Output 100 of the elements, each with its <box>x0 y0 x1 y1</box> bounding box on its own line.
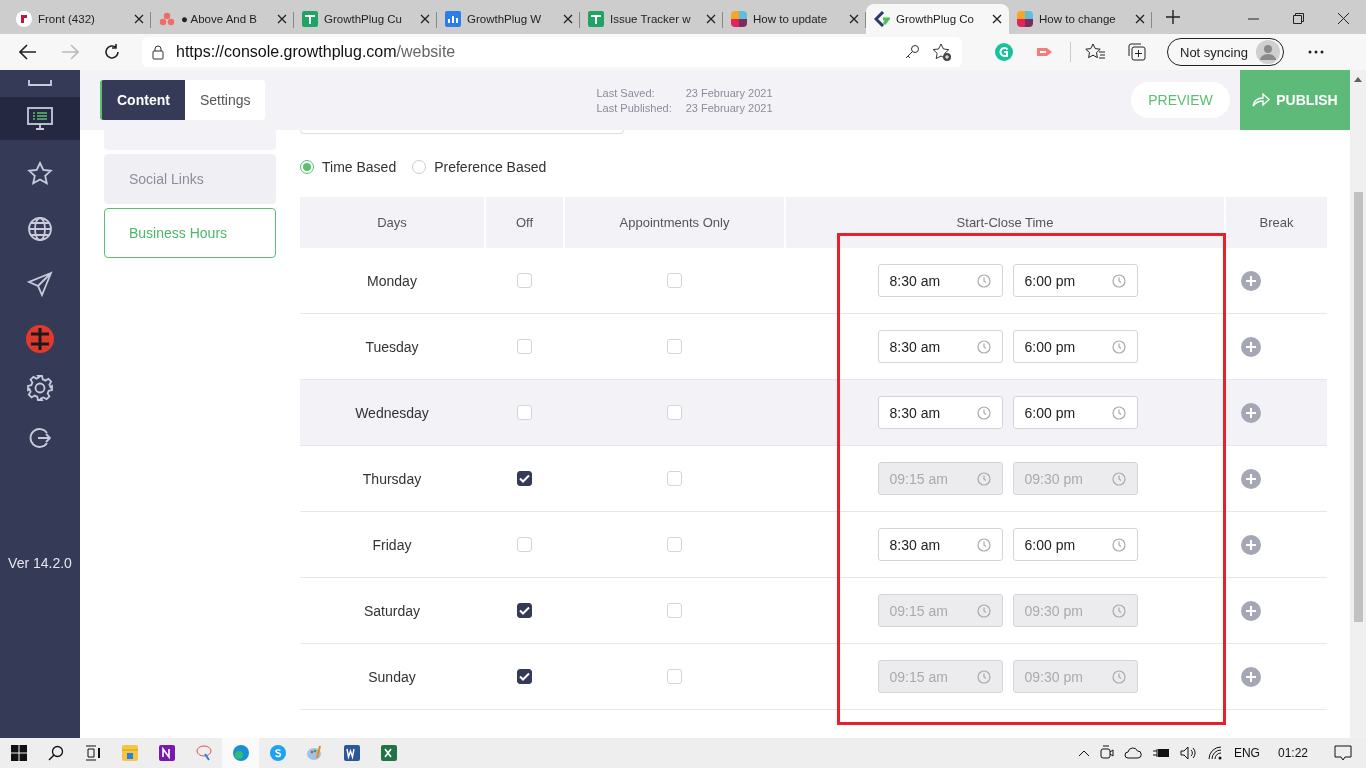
off-checkbox[interactable] <box>517 471 532 486</box>
appointments-checkbox[interactable] <box>667 669 682 684</box>
day-label: Wednesday <box>355 404 429 421</box>
camera-icon[interactable] <box>1099 745 1114 761</box>
browser-tab[interactable]: Front (432) <box>8 4 151 34</box>
windows-icon[interactable] <box>10 745 27 761</box>
close-icon[interactable] <box>420 14 430 24</box>
star-add-icon[interactable] <box>932 43 952 61</box>
clock-icon <box>1111 471 1126 486</box>
note-app-icon[interactable] <box>157 744 176 762</box>
star-icon[interactable] <box>27 161 53 187</box>
address-bar[interactable]: https://console.growthplug.com/website <box>142 37 962 67</box>
key-icon[interactable] <box>904 44 920 60</box>
palette-icon[interactable] <box>305 744 324 762</box>
paper-plane-icon[interactable] <box>27 271 53 297</box>
version-label: Ver 14.2.0 <box>7 555 73 571</box>
more-icon[interactable] <box>1307 50 1324 54</box>
browser-tab[interactable]: GrowthPlug Cu <box>294 4 437 34</box>
browser-tab[interactable]: Issue Tracker w <box>580 4 723 34</box>
logout-icon[interactable] <box>29 426 51 449</box>
column-header: Start-Close Time <box>786 197 1224 248</box>
browser-tab[interactable]: How to update <box>723 4 866 34</box>
scroll-thumb[interactable] <box>1353 192 1363 622</box>
clock-icon <box>976 405 991 420</box>
browser-tab[interactable]: ● Above And B <box>151 4 294 34</box>
search-icon[interactable] <box>47 745 64 761</box>
clock-icon <box>1111 537 1126 552</box>
plus-icon <box>1246 671 1256 682</box>
close-icon[interactable] <box>563 14 573 24</box>
header-tab[interactable]: Content <box>100 80 185 120</box>
globe-icon[interactable] <box>27 216 53 242</box>
share-arrow-icon <box>1252 93 1271 107</box>
meta-label: Last Saved: <box>596 86 656 99</box>
plus-icon[interactable] <box>1165 9 1181 25</box>
appointments-checkbox[interactable] <box>667 603 682 618</box>
radio-label[interactable]: Time Based <box>322 159 397 175</box>
time-field[interactable]: 8:30 am <box>877 528 1003 561</box>
clock-icon <box>976 273 991 288</box>
appointments-checkbox[interactable] <box>667 339 682 354</box>
paint-app-icon[interactable] <box>194 744 213 762</box>
clock-icon <box>1111 669 1126 684</box>
meta-value: 23 February 2021 <box>685 86 773 99</box>
clock-time[interactable]: 01:22 <box>1277 746 1308 760</box>
close-icon[interactable] <box>849 14 859 24</box>
time-field[interactable]: 6:00 pm <box>1012 264 1138 297</box>
bar-chart-icon <box>445 11 461 27</box>
radio-label[interactable]: Preference Based <box>434 159 547 175</box>
collections-icon[interactable] <box>1127 43 1147 61</box>
language-indicator[interactable]: ENG <box>1233 746 1260 760</box>
time-field[interactable]: 8:30 am <box>877 396 1003 429</box>
scroll-up-icon[interactable] <box>1354 76 1362 82</box>
notification-icon[interactable] <box>1334 745 1352 761</box>
close-icon[interactable] <box>277 14 287 24</box>
scrollbar[interactable] <box>1350 70 1366 738</box>
appointments-checkbox[interactable] <box>667 537 682 552</box>
browser-tab[interactable]: GrowthPlug W <box>437 4 580 34</box>
column-header: Days <box>300 197 484 248</box>
appointments-checkbox[interactable] <box>667 471 682 486</box>
wifi-icon[interactable] <box>1207 746 1224 760</box>
time-field[interactable]: 8:30 am <box>877 330 1003 363</box>
favorites-icon[interactable] <box>1085 43 1105 61</box>
close-icon[interactable] <box>706 14 716 24</box>
clock-icon <box>1111 405 1126 420</box>
letter-f-icon <box>16 11 32 27</box>
word-app-icon[interactable] <box>342 744 361 762</box>
chevron-up-icon[interactable] <box>1077 749 1090 757</box>
task-view-icon[interactable] <box>84 745 101 761</box>
battery-icon[interactable] <box>1151 747 1170 759</box>
folder-icon[interactable] <box>120 744 139 762</box>
cloud-icon[interactable] <box>1123 747 1142 759</box>
plus-icon <box>1246 605 1256 616</box>
refresh-icon[interactable] <box>103 43 121 61</box>
time-field[interactable]: 6:00 pm <box>1012 330 1138 363</box>
off-checkbox[interactable] <box>517 603 532 618</box>
close-icon[interactable] <box>1135 14 1145 24</box>
appointments-checkbox[interactable] <box>667 405 682 420</box>
plus-icon <box>1246 539 1256 550</box>
globe-app-icon[interactable] <box>231 744 250 762</box>
avatar-icon <box>1255 40 1280 64</box>
speaker-icon[interactable] <box>1179 746 1198 760</box>
browser-tab[interactable]: How to change <box>1009 4 1152 34</box>
time-field[interactable]: 6:00 pm <box>1012 396 1138 429</box>
browser-tab[interactable]: GrowthPlug Co <box>866 4 1009 34</box>
clock-icon <box>1111 603 1126 618</box>
day-label: Saturday <box>363 602 420 619</box>
close-icon[interactable] <box>134 14 144 24</box>
close-icon[interactable] <box>1338 13 1349 24</box>
spreadsheet-app-icon[interactable] <box>379 744 398 762</box>
gear-icon[interactable] <box>26 373 54 402</box>
chat-app-icon[interactable] <box>268 744 287 762</box>
day-label: Thursday <box>362 470 422 487</box>
off-checkbox[interactable] <box>517 669 532 684</box>
appointments-checkbox[interactable] <box>667 273 682 288</box>
back-arrow-icon[interactable] <box>19 44 37 60</box>
restore-icon[interactable] <box>1293 13 1304 24</box>
close-icon[interactable] <box>992 14 1002 24</box>
three-dots-icon <box>159 12 175 26</box>
round-logo-icon[interactable] <box>25 324 55 354</box>
time-field[interactable]: 8:30 am <box>877 264 1003 297</box>
time-field[interactable]: 6:00 pm <box>1012 528 1138 561</box>
